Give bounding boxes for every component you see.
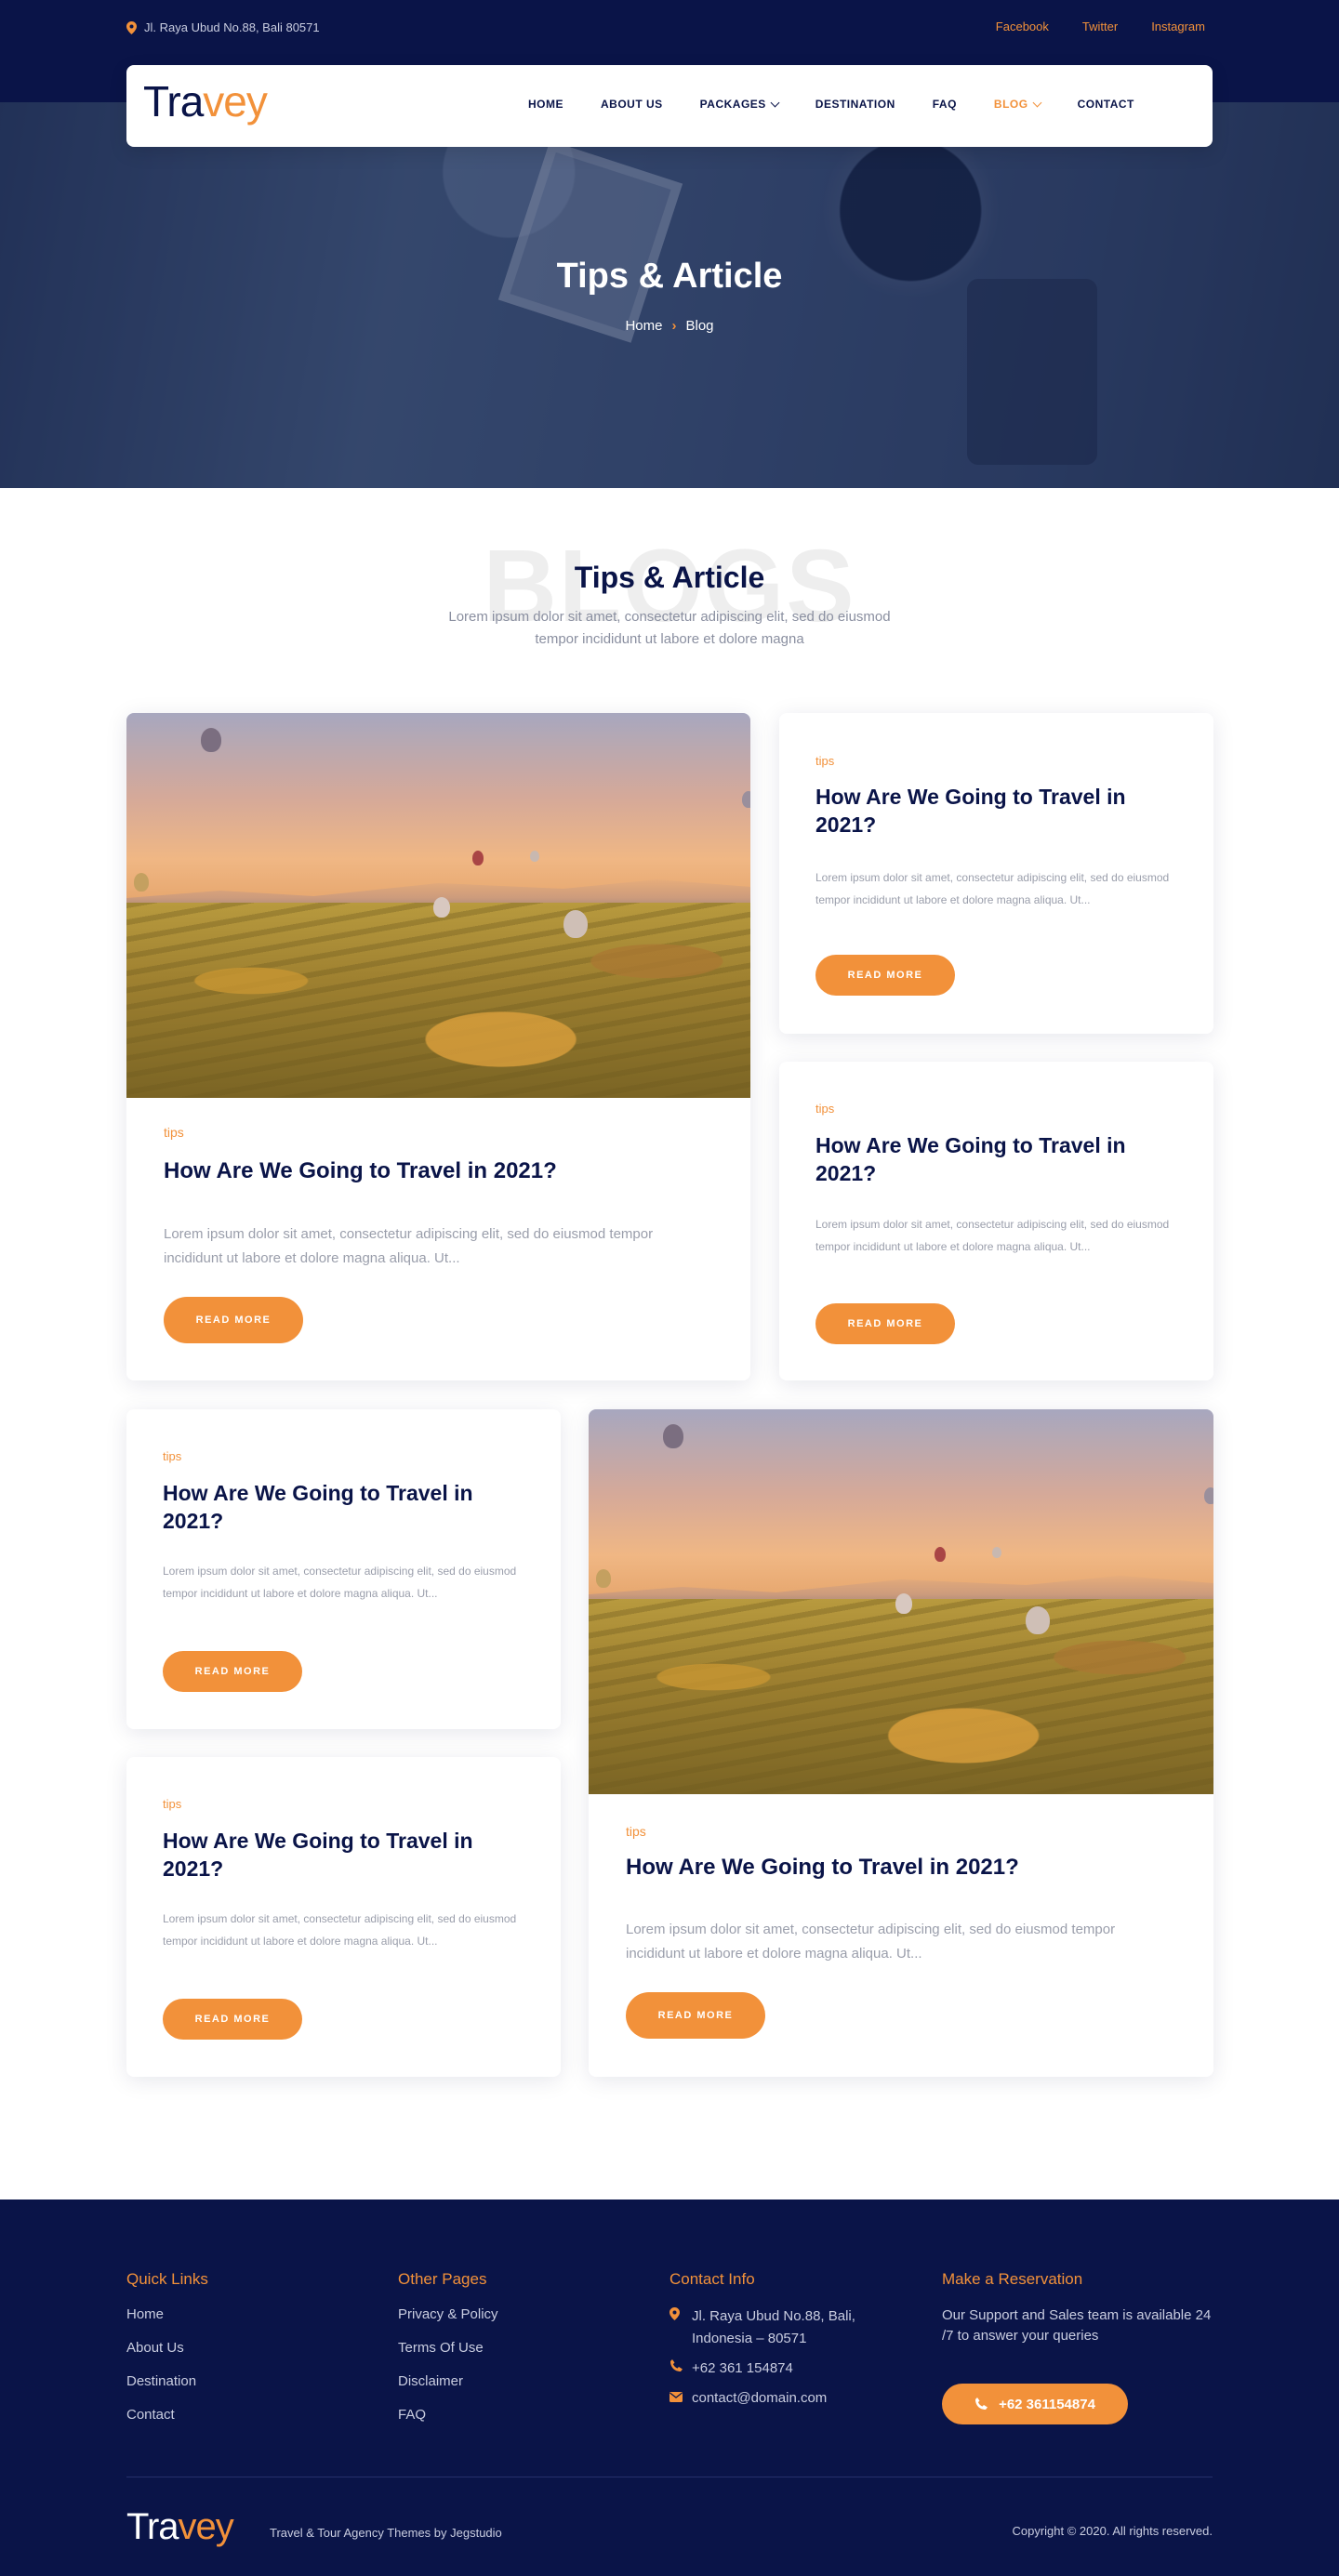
post-title[interactable]: How Are We Going to Travel in 2021? bbox=[626, 1853, 1147, 1882]
footer-link-terms[interactable]: Terms Of Use bbox=[398, 2339, 498, 2358]
map-pin-icon bbox=[670, 2305, 683, 2350]
footer-link-destination[interactable]: Destination bbox=[126, 2372, 208, 2391]
social-links: Facebook Twitter Instagram bbox=[996, 20, 1205, 33]
post-excerpt: Lorem ipsum dolor sit amet, consectetur … bbox=[164, 1226, 654, 1266]
main-navbar: Travey HOME ABOUT US PACKAGES DESTINATIO… bbox=[126, 65, 1213, 147]
section-title: Tips & Article bbox=[574, 561, 765, 594]
blog-intro: BLOGS Tips & Article Lorem ipsum dolor s… bbox=[0, 488, 1339, 711]
footer-heading: Make a Reservation bbox=[942, 2270, 1083, 2288]
nav-packages[interactable]: PACKAGES bbox=[700, 98, 780, 111]
footer-phone[interactable]: +62 361 154874 bbox=[670, 2358, 883, 2380]
top-address-text: Jl. Raya Ubud No.88, Bali 80571 bbox=[144, 20, 320, 34]
read-more-button[interactable]: READ MORE bbox=[163, 1999, 302, 2040]
post-excerpt: Lorem ipsum dolor sit amet, consectetur … bbox=[163, 1565, 517, 1600]
nav-about-us[interactable]: ABOUT US bbox=[601, 98, 663, 111]
copyright: Copyright © 2020. All rights reserved. bbox=[1012, 2524, 1213, 2538]
footer-reservation: Make a Reservation Our Support and Sales… bbox=[942, 2270, 1213, 2361]
footer-contact-info: Contact Info Jl. Raya Ubud No.88, Bali, … bbox=[670, 2270, 883, 2417]
footer-link-home[interactable]: Home bbox=[126, 2305, 208, 2324]
post-tag[interactable]: tips bbox=[163, 1797, 181, 1811]
footer-link-privacy[interactable]: Privacy & Policy bbox=[398, 2305, 498, 2324]
section-description: Lorem ipsum dolor sit amet, consectetur … bbox=[448, 609, 891, 647]
read-more-button[interactable]: READ MORE bbox=[164, 1297, 303, 1343]
footer-link-disclaimer[interactable]: Disclaimer bbox=[398, 2372, 498, 2391]
post-excerpt: Lorem ipsum dolor sit amet, consectetur … bbox=[815, 871, 1170, 906]
blog-card: tips How Are We Going to Travel in 2021?… bbox=[126, 1409, 561, 1729]
site-footer: Quick Links Home About Us Destination Co… bbox=[0, 2200, 1339, 2576]
main-menu: HOME ABOUT US PACKAGES DESTINATION FAQ B… bbox=[528, 98, 1172, 111]
post-excerpt: Lorem ipsum dolor sit amet, consectetur … bbox=[163, 1912, 517, 1948]
post-title[interactable]: How Are We Going to Travel in 2021? bbox=[815, 1131, 1178, 1187]
twitter-link[interactable]: Twitter bbox=[1082, 20, 1118, 33]
post-title[interactable]: How Are We Going to Travel in 2021? bbox=[164, 1156, 684, 1186]
post-tag[interactable]: tips bbox=[815, 1102, 834, 1116]
nav-contact[interactable]: CONTACT bbox=[1078, 98, 1134, 111]
post-tag[interactable]: tips bbox=[626, 1824, 646, 1839]
blog-card-featured: tips How Are We Going to Travel in 2021?… bbox=[589, 1409, 1213, 2077]
nav-destination[interactable]: DESTINATION bbox=[815, 98, 895, 111]
post-title[interactable]: How Are We Going to Travel in 2021? bbox=[815, 783, 1178, 839]
footer-email[interactable]: contact@domain.com bbox=[670, 2387, 883, 2410]
nav-faq[interactable]: FAQ bbox=[933, 98, 957, 111]
phone-icon bbox=[975, 2398, 988, 2410]
balloon-landscape-image bbox=[126, 713, 750, 1098]
read-more-button[interactable]: READ MORE bbox=[815, 955, 955, 996]
nav-home[interactable]: HOME bbox=[528, 98, 563, 111]
breadcrumb-home[interactable]: Home bbox=[625, 318, 662, 334]
balloon-landscape-image bbox=[589, 1409, 1213, 1794]
footer-heading: Other Pages bbox=[398, 2270, 487, 2288]
chevron-right-icon: › bbox=[671, 318, 677, 334]
footer-link-faq[interactable]: FAQ bbox=[398, 2406, 498, 2424]
footer-quick-links: Quick Links Home About Us Destination Co… bbox=[126, 2270, 208, 2439]
footer-link-about-us[interactable]: About Us bbox=[126, 2339, 208, 2358]
footer-heading: Quick Links bbox=[126, 2270, 208, 2288]
post-tag[interactable]: tips bbox=[163, 1449, 181, 1463]
hero-title: Tips & Article bbox=[556, 257, 783, 296]
breadcrumb-current: Blog bbox=[685, 318, 714, 334]
footer-link-contact[interactable]: Contact bbox=[126, 2406, 208, 2424]
post-excerpt: Lorem ipsum dolor sit amet, consectetur … bbox=[815, 1218, 1170, 1253]
post-excerpt: Lorem ipsum dolor sit amet, consectetur … bbox=[626, 1922, 1116, 1962]
read-more-button[interactable]: READ MORE bbox=[163, 1651, 302, 1692]
post-title[interactable]: How Are We Going to Travel in 2021? bbox=[163, 1827, 525, 1882]
read-more-button[interactable]: READ MORE bbox=[626, 1992, 765, 2039]
phone-icon bbox=[670, 2358, 683, 2380]
post-tag[interactable]: tips bbox=[164, 1125, 184, 1140]
breadcrumb: Home › Blog bbox=[0, 318, 1339, 334]
footer-other-pages: Other Pages Privacy & Policy Terms Of Us… bbox=[398, 2270, 498, 2439]
reservation-text: Our Support and Sales team is available … bbox=[942, 2307, 1212, 2344]
site-logo[interactable]: Travey bbox=[143, 76, 268, 126]
post-title[interactable]: How Are We Going to Travel in 2021? bbox=[163, 1479, 525, 1535]
footer-address: Jl. Raya Ubud No.88, Bali, Indonesia – 8… bbox=[670, 2305, 883, 2350]
footer-logo[interactable]: Travey bbox=[126, 2506, 234, 2548]
chevron-down-icon bbox=[770, 98, 780, 107]
envelope-icon bbox=[670, 2387, 683, 2410]
top-address: Jl. Raya Ubud No.88, Bali 80571 bbox=[126, 20, 320, 34]
read-more-button[interactable]: READ MORE bbox=[815, 1303, 955, 1344]
nav-blog[interactable]: BLOG bbox=[994, 98, 1042, 111]
facebook-link[interactable]: Facebook bbox=[996, 20, 1049, 33]
footer-heading: Contact Info bbox=[670, 2270, 755, 2288]
instagram-link[interactable]: Instagram bbox=[1151, 20, 1205, 33]
blog-card: tips How Are We Going to Travel in 2021?… bbox=[126, 1757, 561, 2077]
blog-card: tips How Are We Going to Travel in 2021?… bbox=[779, 713, 1213, 1034]
map-pin-icon bbox=[126, 20, 137, 34]
footer-tagline: Travel & Tour Agency Themes by Jegstudio bbox=[270, 2526, 502, 2540]
hero-banner: Tips & Article Home › Blog bbox=[0, 102, 1339, 488]
blog-card: tips How Are We Going to Travel in 2021?… bbox=[779, 1062, 1213, 1380]
chevron-down-icon bbox=[1032, 98, 1042, 107]
post-tag[interactable]: tips bbox=[815, 754, 834, 768]
reservation-call-button[interactable]: +62 361154874 bbox=[942, 2384, 1128, 2424]
blog-card-featured: tips How Are We Going to Travel in 2021?… bbox=[126, 713, 750, 1380]
